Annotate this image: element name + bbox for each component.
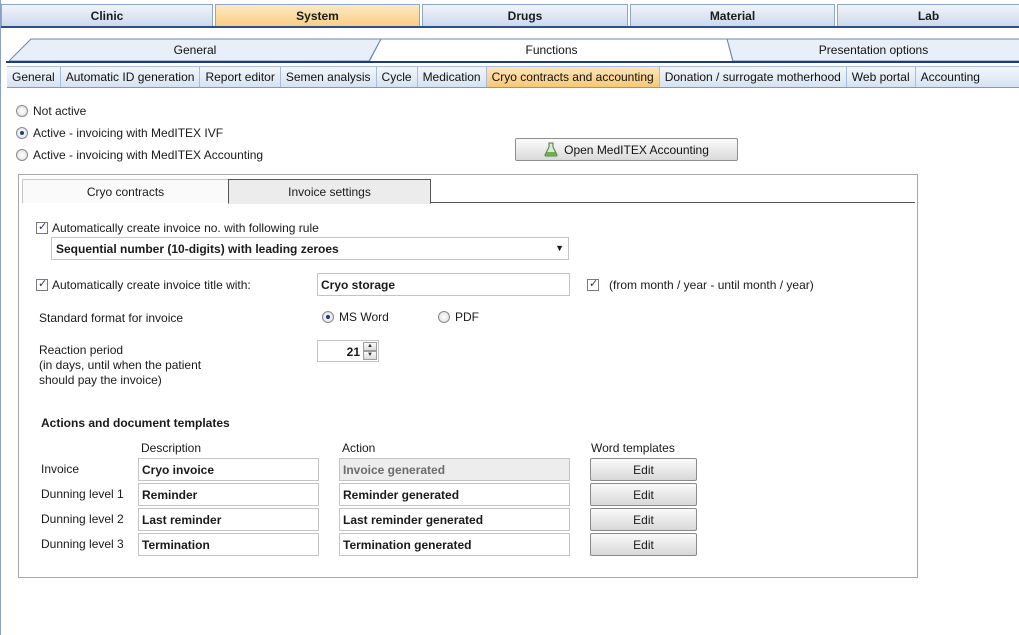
- row-invoice-action-input: Invoice generated: [339, 458, 570, 481]
- row-dunning-3-edit-button[interactable]: Edit: [590, 533, 697, 556]
- mode-not-active[interactable]: Not active: [16, 104, 86, 118]
- open-meditex-accounting-button[interactable]: Open MedITEX Accounting: [515, 138, 738, 161]
- row-dunning-1-action-input[interactable]: Reminder generated: [339, 483, 570, 506]
- row-dunning-2-action-input[interactable]: Last reminder generated: [339, 508, 570, 531]
- subnav-accounting[interactable]: Accounting: [916, 67, 985, 87]
- subnav-report-editor[interactable]: Report editor: [200, 67, 281, 87]
- tab-material-label: Material: [709, 8, 756, 23]
- row-invoice-description-input[interactable]: Cryo invoice: [138, 458, 319, 481]
- mode-not-active-radio[interactable]: [16, 105, 28, 117]
- invoice-no-rule-select[interactable]: Sequential number (10-digits) with leadi…: [51, 237, 569, 260]
- open-meditex-accounting-label: Open MedITEX Accounting: [564, 142, 709, 157]
- subnav-web-portal[interactable]: Web portal: [847, 67, 916, 87]
- tab-material[interactable]: Material: [630, 4, 835, 26]
- invoice-no-label: Automatically create invoice no. with fo…: [52, 221, 319, 235]
- row-dunning-1-edit-button[interactable]: Edit: [590, 483, 697, 506]
- col-description-header: Description: [141, 441, 202, 455]
- section-tab-functions-label: Functions: [525, 43, 578, 57]
- mode-meditex-accounting-radio[interactable]: [16, 149, 28, 161]
- tab-clinic-label: Clinic: [90, 8, 124, 23]
- format-ms-word[interactable]: MS Word: [322, 310, 389, 324]
- row-invoice-label: Invoice: [41, 462, 80, 476]
- subnav-donation[interactable]: Donation / surrogate motherhood: [660, 67, 847, 87]
- row-dunning-2-label: Dunning level 2: [41, 512, 124, 526]
- section-tab-general-label: General: [173, 43, 217, 57]
- tab-lab[interactable]: Lab: [837, 4, 1019, 26]
- invoice-title-checkbox[interactable]: [36, 277, 48, 291]
- reaction-period-line-3: should pay the invoice): [39, 373, 162, 387]
- section-tabs: General Presentation options Functions: [1, 38, 1019, 62]
- format-ms-word-radio[interactable]: [322, 311, 334, 323]
- invoice-no-rule-value: Sequential number (10-digits) with leadi…: [56, 241, 339, 256]
- format-pdf-radio[interactable]: [438, 311, 450, 323]
- subnav-medication[interactable]: Medication: [418, 67, 487, 87]
- mode-meditex-ivf-label: Active - invoicing with MedITEX IVF: [33, 126, 224, 140]
- row-dunning-1-label: Dunning level 1: [41, 487, 124, 501]
- invoice-period-label: (from month / year - until month / year): [609, 278, 814, 292]
- subnav-cryo-contracts[interactable]: Cryo contracts and accounting: [486, 67, 660, 87]
- invoice-panel: Cryo contracts Invoice settings Automati…: [18, 174, 918, 578]
- invoice-title-input[interactable]: Cryo storage: [317, 273, 570, 296]
- row-dunning-3-description-input[interactable]: Termination: [138, 533, 319, 556]
- tab-system-label: System: [296, 8, 339, 23]
- section-tab-presentation[interactable]: Presentation options: [727, 38, 1019, 61]
- tab-clinic[interactable]: Clinic: [1, 4, 213, 26]
- row-dunning-1-description-input[interactable]: Reminder: [138, 483, 319, 506]
- reaction-period-label: Reaction period (in days, until when the…: [39, 343, 201, 388]
- mode-meditex-ivf-radio[interactable]: [16, 127, 28, 139]
- invoice-period-checkbox[interactable]: [587, 277, 599, 291]
- reaction-period-value: 21: [346, 345, 360, 359]
- invoice-no-option[interactable]: Automatically create invoice no. with fo…: [36, 220, 319, 235]
- section-tabs-divider: [6, 61, 1019, 63]
- stepper-buttons: ▲ ▼: [363, 342, 377, 360]
- tab-drugs[interactable]: Drugs: [422, 4, 628, 26]
- reaction-period-stepper[interactable]: 21 ▲ ▼: [317, 340, 379, 362]
- tab-invoice-settings[interactable]: Invoice settings: [228, 179, 431, 204]
- tab-drugs-label: Drugs: [507, 8, 543, 23]
- row-dunning-3-label: Dunning level 3: [41, 537, 124, 551]
- reaction-period-line-2: (in days, until when the patient: [39, 358, 202, 372]
- reaction-period-line-1: Reaction period: [39, 343, 124, 357]
- invoice-period-option[interactable]: (from month / year - until month / year): [587, 277, 814, 292]
- row-dunning-3-action-input[interactable]: Termination generated: [339, 533, 570, 556]
- tab-lab-label: Lab: [917, 8, 940, 23]
- stepper-down-icon[interactable]: ▼: [363, 351, 377, 360]
- mode-meditex-accounting-label: Active - invoicing with MedITEX Accounti…: [33, 148, 264, 162]
- format-pdf-label: PDF: [455, 310, 479, 324]
- subnav-general[interactable]: General: [7, 67, 61, 87]
- col-templates-header: Word templates: [591, 441, 675, 455]
- subnav-automatic-id[interactable]: Automatic ID generation: [61, 67, 201, 87]
- actions-heading: Actions and document templates: [41, 416, 230, 430]
- invoice-no-checkbox[interactable]: [36, 220, 48, 234]
- flask-icon: [544, 142, 558, 157]
- inner-tabs: Cryo contracts Invoice settings: [22, 179, 915, 204]
- chevron-down-icon: ▼: [555, 243, 564, 253]
- tab-cryo-contracts[interactable]: Cryo contracts: [22, 179, 228, 203]
- section-tab-functions[interactable]: Functions: [369, 38, 734, 62]
- format-label: Standard format for invoice: [39, 311, 184, 325]
- app-window: Clinic System Drugs Material Lab General…: [0, 0, 1019, 635]
- format-ms-word-label: MS Word: [339, 310, 389, 324]
- mode-not-active-label: Not active: [33, 104, 87, 118]
- subnav-cycle[interactable]: Cycle: [377, 67, 418, 87]
- subnav-semen-analysis[interactable]: Semen analysis: [281, 67, 377, 87]
- row-invoice-edit-button[interactable]: Edit: [590, 458, 697, 481]
- row-dunning-2-description-input[interactable]: Last reminder: [138, 508, 319, 531]
- module-tabs-divider: [1, 26, 1019, 28]
- row-dunning-2-edit-button[interactable]: Edit: [590, 508, 697, 531]
- stepper-up-icon[interactable]: ▲: [363, 342, 377, 351]
- tab-system[interactable]: System: [215, 4, 420, 26]
- invoice-title-option[interactable]: Automatically create invoice title with:: [36, 277, 251, 292]
- mode-meditex-accounting[interactable]: Active - invoicing with MedITEX Accounti…: [16, 148, 263, 162]
- format-pdf[interactable]: PDF: [438, 310, 479, 324]
- section-tab-presentation-label: Presentation options: [818, 43, 929, 57]
- invoice-title-label: Automatically create invoice title with:: [52, 278, 251, 292]
- col-action-header: Action: [342, 441, 376, 455]
- mode-meditex-ivf[interactable]: Active - invoicing with MedITEX IVF: [16, 126, 223, 140]
- section-tab-general[interactable]: General: [9, 38, 381, 61]
- function-subnav: General Automatic ID generation Report e…: [7, 66, 1019, 88]
- module-tabs: Clinic System Drugs Material Lab: [1, 4, 1019, 28]
